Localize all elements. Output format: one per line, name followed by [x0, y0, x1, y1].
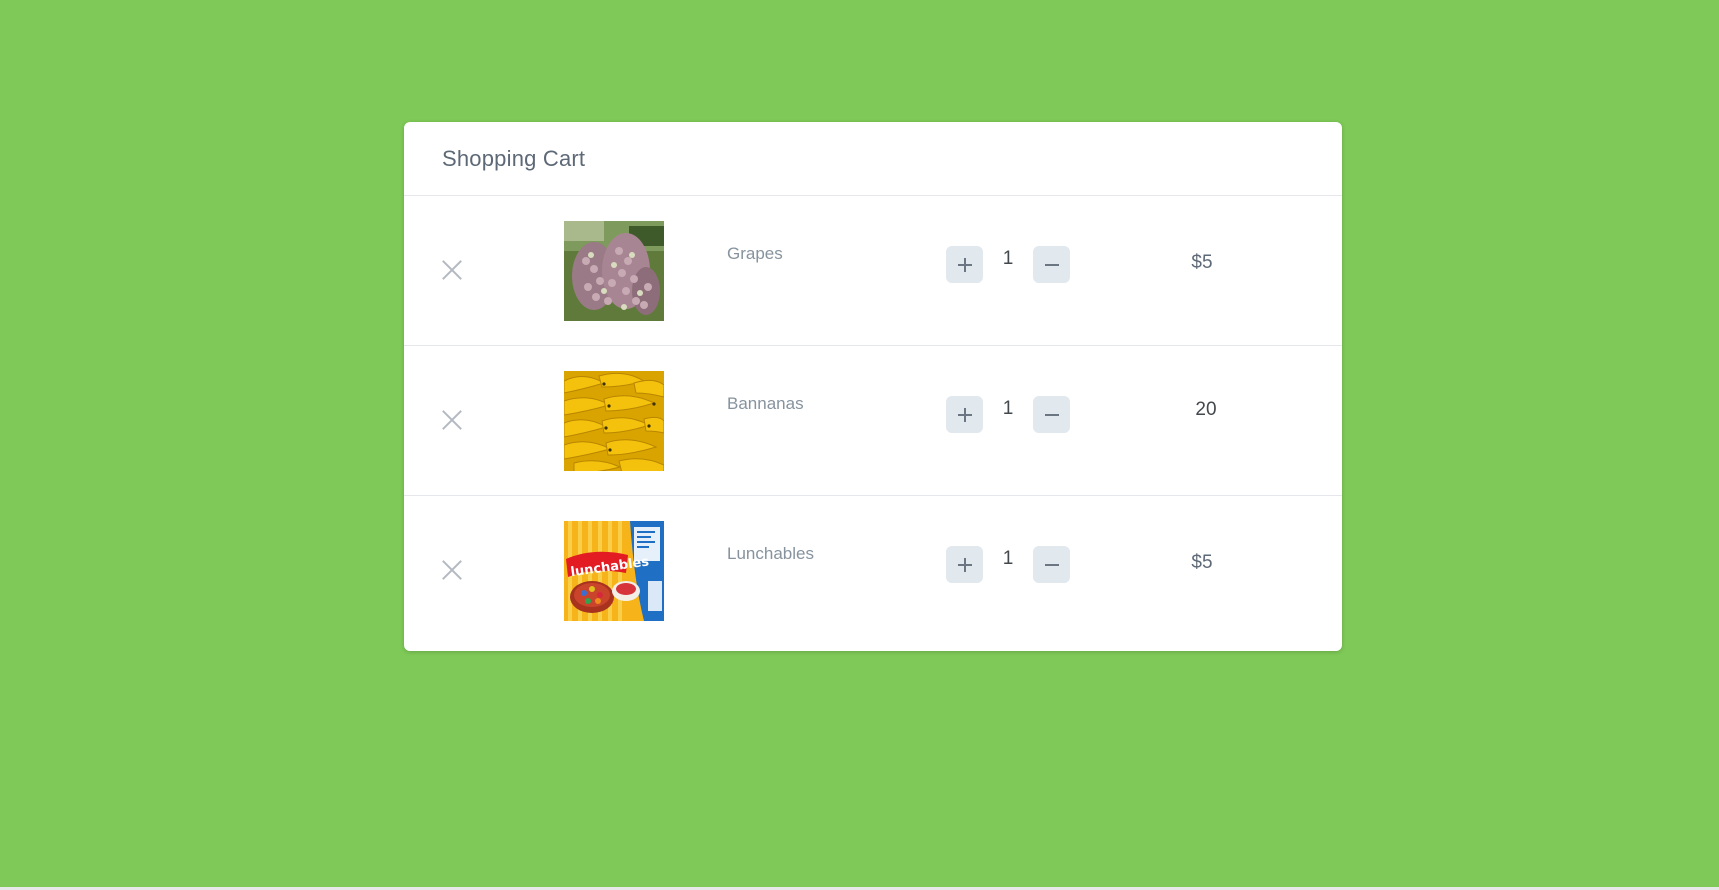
- item-name: Grapes: [727, 244, 783, 263]
- plus-icon: [957, 557, 972, 572]
- cart-title: Shopping Cart: [442, 145, 586, 171]
- cart-item-lunchables: lunchables Lunchables 1 $5: [404, 496, 1342, 650]
- close-icon[interactable]: [440, 408, 464, 432]
- decrease-quantity-button[interactable]: [1033, 246, 1070, 283]
- decrease-quantity-button[interactable]: [1033, 546, 1070, 583]
- shopping-cart-card: Shopping Cart Grapes 1 $5 Bannanas 1 20 …: [404, 122, 1342, 651]
- cart-item-bananas: Bannanas 1 20: [404, 346, 1342, 496]
- cart-item-grapes: Grapes 1 $5: [404, 196, 1342, 346]
- minus-icon: [1044, 413, 1059, 416]
- minus-icon: [1044, 563, 1059, 566]
- close-icon[interactable]: [440, 558, 464, 582]
- item-name: Lunchables: [727, 544, 814, 563]
- increase-quantity-button[interactable]: [946, 246, 983, 283]
- increase-quantity-button[interactable]: [946, 396, 983, 433]
- quantity-value: 1: [1002, 248, 1014, 269]
- decrease-quantity-button[interactable]: [1033, 396, 1070, 433]
- item-price: $5: [1191, 252, 1213, 273]
- plus-icon: [957, 407, 972, 422]
- bananas-image: [564, 371, 664, 471]
- item-price: $5: [1191, 552, 1213, 573]
- item-name: Bannanas: [727, 394, 804, 413]
- quantity-value: 1: [1002, 398, 1014, 419]
- quantity-value: 1: [1002, 548, 1014, 569]
- increase-quantity-button[interactable]: [946, 546, 983, 583]
- cart-header: Shopping Cart: [404, 122, 1342, 196]
- grapes-image: [564, 221, 664, 321]
- plus-icon: [957, 257, 972, 272]
- close-icon[interactable]: [440, 258, 464, 282]
- lunchables-image: lunchables: [564, 521, 664, 621]
- minus-icon: [1044, 263, 1059, 266]
- item-price: 20: [1195, 399, 1217, 420]
